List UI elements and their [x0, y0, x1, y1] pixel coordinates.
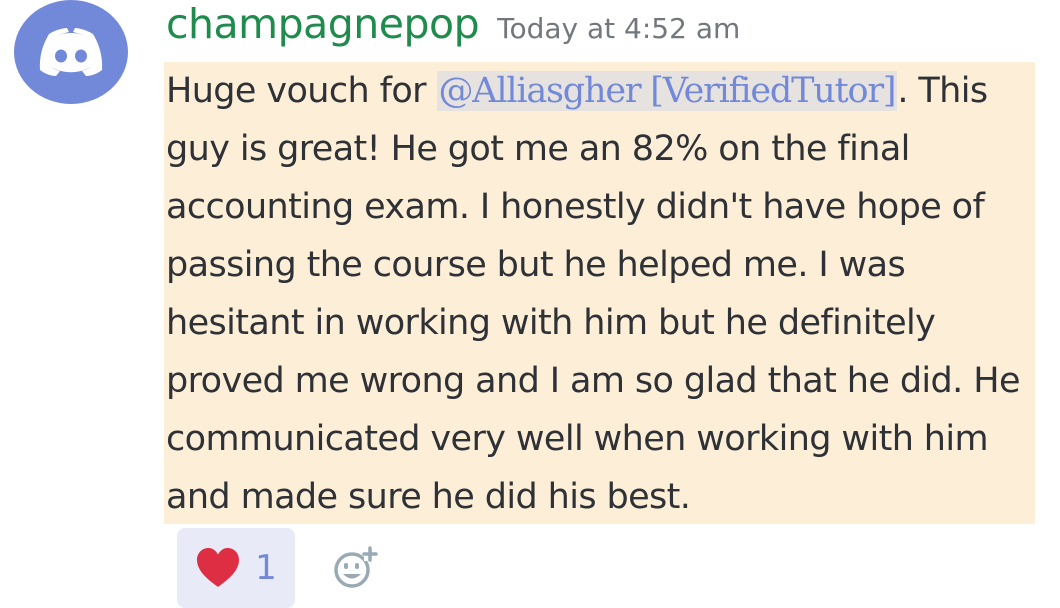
message-text: Huge vouch for: [166, 71, 437, 111]
author-name[interactable]: champagnepop: [166, 0, 480, 48]
chat-message: champagnepop Today at 4:52 am Huge vouch…: [0, 0, 1060, 608]
message-line: accounting exam. I honestly didn't have …: [166, 187, 985, 227]
reaction-heart[interactable]: 1: [177, 528, 295, 608]
message-header: champagnepop Today at 4:52 am: [166, 0, 740, 56]
message-content: Huge vouch for @Alliasgher [VerifiedTuto…: [164, 62, 1035, 524]
reaction-count: 1: [255, 548, 277, 588]
message-line: and made sure he did his best.: [166, 477, 691, 517]
discord-logo-icon: [39, 28, 103, 76]
user-avatar[interactable]: [14, 0, 128, 104]
reactions-bar: 1: [177, 528, 379, 608]
message-line: proved me wrong and I am so glad that he…: [166, 361, 1020, 401]
add-reaction-icon: [334, 546, 378, 588]
add-reaction-button[interactable]: [331, 544, 379, 592]
message-text: . This: [897, 71, 988, 111]
message-timestamp: Today at 4:52 am: [497, 12, 741, 45]
message-line: communicated very well when working with…: [166, 419, 989, 459]
message-line: Huge vouch for @Alliasgher [VerifiedTuto…: [166, 62, 1035, 120]
message-line: guy is great! He got me an 82% on the fi…: [166, 129, 910, 169]
message-line: hesitant in working with him but he defi…: [166, 303, 936, 343]
user-mention[interactable]: @Alliasgher [VerifiedTutor]: [436, 71, 898, 111]
message-line: passing the course but he helped me. I w…: [166, 245, 906, 285]
heart-icon: [197, 548, 240, 587]
